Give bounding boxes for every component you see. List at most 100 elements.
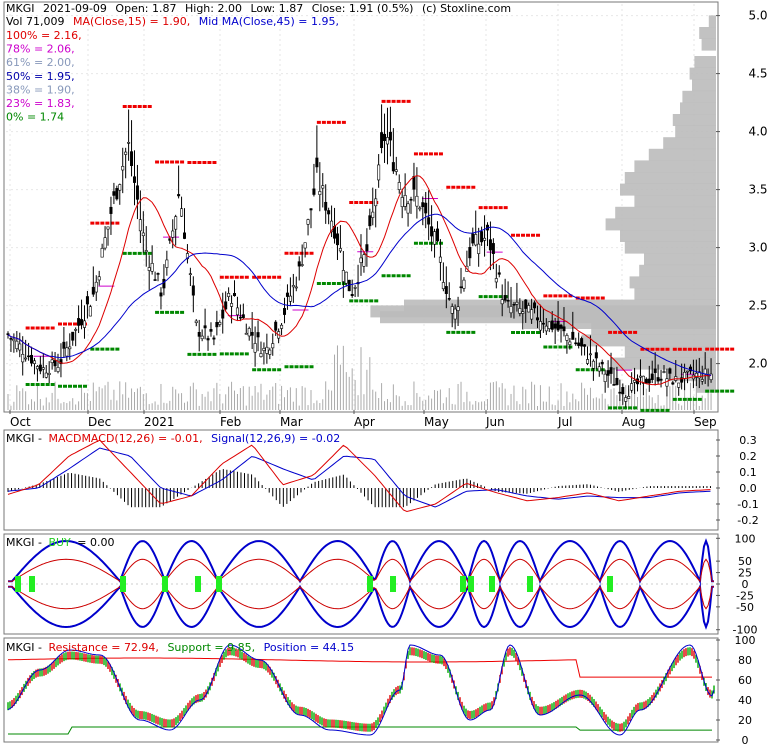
price-candle xyxy=(238,316,242,319)
price-candle xyxy=(568,341,572,345)
price-candle xyxy=(580,338,584,347)
price-candle xyxy=(662,371,666,373)
price-candle xyxy=(297,261,301,267)
header-open: Open: 1.87 xyxy=(115,2,176,15)
price-candle xyxy=(435,228,439,242)
price-candle xyxy=(574,342,578,345)
price-candle xyxy=(12,338,16,342)
price-candle xyxy=(171,230,175,238)
price-candle xyxy=(265,346,269,354)
volume-profile-bar xyxy=(634,288,716,300)
price-candle xyxy=(247,328,251,337)
price-candle xyxy=(512,303,516,306)
price-candle xyxy=(144,250,148,253)
price-candle xyxy=(606,370,610,376)
price-tick-label: 3.5 xyxy=(748,183,767,197)
x-tick-label: Aug xyxy=(622,415,645,429)
price-candle xyxy=(383,133,387,142)
price-candle xyxy=(291,285,295,288)
buy-title: MKGI - BUY = 0.00 xyxy=(6,536,115,549)
price-candle xyxy=(477,243,481,254)
price-candle xyxy=(233,293,237,297)
header-ma15: MA(Close,15) = 1.90, xyxy=(73,15,190,28)
price-candle xyxy=(294,286,298,289)
price-candle xyxy=(138,219,142,232)
volume-profile-bar xyxy=(689,67,716,80)
stoch-tick-label: 20 xyxy=(738,714,752,727)
price-candle xyxy=(230,303,234,307)
price-candle xyxy=(206,338,210,341)
header-low: Low: 1.87 xyxy=(250,2,303,15)
price-candle xyxy=(633,380,637,383)
x-tick-label: Feb xyxy=(220,415,241,429)
ma15-line xyxy=(7,175,712,386)
price-candle xyxy=(547,321,551,329)
header-vol: Vol 71,009 xyxy=(6,15,64,28)
price-candle xyxy=(447,298,451,300)
buy-value: = 0.00 xyxy=(77,536,114,549)
macd-name: MACD xyxy=(48,432,81,445)
price-tick-label: 2.0 xyxy=(748,357,767,371)
price-candle xyxy=(324,201,328,211)
price-candle xyxy=(174,216,178,230)
volume-profile-bar xyxy=(581,334,716,347)
x-tick-label: Jun xyxy=(485,415,505,429)
stoch-ticker: MKGI - xyxy=(6,641,42,654)
price-candle xyxy=(571,331,575,340)
price-candle xyxy=(209,329,213,332)
price-candle xyxy=(521,311,525,314)
price-candle xyxy=(424,202,428,214)
price-candle xyxy=(47,372,51,375)
price-candle xyxy=(483,237,487,241)
fib-label: 0% = 1.74 xyxy=(6,111,64,124)
price-candle xyxy=(162,278,166,289)
price-candle xyxy=(253,343,257,353)
macd-params: MACD(12,26) = -0.01, xyxy=(81,432,202,445)
price-candle xyxy=(556,320,560,331)
price-candle xyxy=(285,292,289,297)
price-candle xyxy=(271,343,275,349)
price-candle xyxy=(268,349,272,355)
buy-signal-marker xyxy=(607,576,613,592)
price-candle xyxy=(468,247,472,259)
buy-signal-marker xyxy=(216,576,222,592)
price-candle xyxy=(250,331,254,336)
price-candle xyxy=(203,325,207,329)
price-candle xyxy=(32,360,36,364)
price-candle xyxy=(544,325,548,332)
price-candle xyxy=(665,378,669,387)
price-candle xyxy=(244,332,248,335)
macd-ticker: MKGI - xyxy=(6,432,42,445)
price-candle xyxy=(533,302,537,309)
volume-profile-bar xyxy=(624,346,716,358)
price-candle xyxy=(303,242,307,249)
price-candle xyxy=(124,151,128,155)
price-candle xyxy=(235,307,239,316)
price-candle xyxy=(650,373,654,380)
price-candle xyxy=(400,197,404,208)
volume-profile-bar xyxy=(701,38,716,51)
volume-profile-bar xyxy=(648,148,716,161)
price-candle xyxy=(135,185,139,200)
volume-profile-bar xyxy=(624,241,716,254)
price-candle xyxy=(180,208,184,217)
stock-chart: 0.3 0.2 0.1 0.0 -0.1 -0.2 100 50 25 0 -25 -50 -100 … xyxy=(0,0,780,747)
fib-label: 61% = 2.00, xyxy=(6,56,75,69)
price-candle xyxy=(515,301,519,305)
price-candle xyxy=(430,226,434,237)
price-candle xyxy=(221,309,225,319)
x-tick-label: Jul xyxy=(557,415,572,429)
price-candle xyxy=(394,169,398,172)
price-tick-label: 5.0 xyxy=(748,9,767,23)
price-candle xyxy=(612,384,616,386)
fib-label: 23% = 1.83, xyxy=(6,97,75,110)
buy-ticker: MKGI - xyxy=(6,536,42,549)
price-candle xyxy=(627,396,631,399)
price-candle xyxy=(300,264,304,266)
price-candle xyxy=(97,276,101,281)
price-candle xyxy=(74,329,78,331)
price-candle xyxy=(700,379,704,382)
volume-profile-bar xyxy=(708,15,716,28)
price-candle xyxy=(535,317,539,321)
fib-label: 38% = 1.90, xyxy=(6,83,75,96)
